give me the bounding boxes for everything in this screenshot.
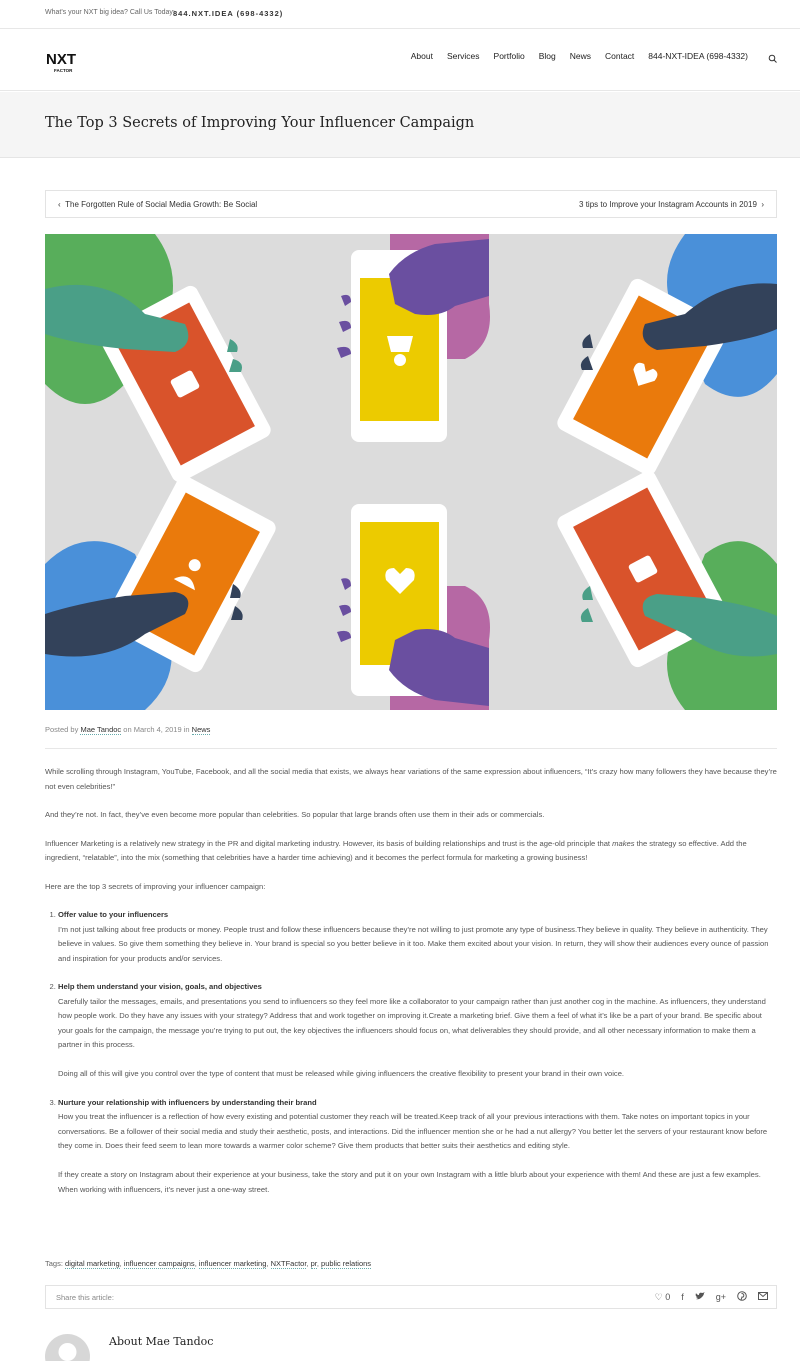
twitter-icon[interactable] bbox=[695, 1291, 705, 1303]
list-item-title: Offer value to your influencers bbox=[58, 910, 169, 919]
share-bar: Share this article: ♡ 0 f g+ bbox=[45, 1285, 777, 1309]
site-logo[interactable]: NXT FACTOR bbox=[45, 47, 81, 77]
top-bar: What's your NXT big idea? Call Us Today:… bbox=[0, 0, 800, 29]
share-label: Share this article: bbox=[56, 1293, 114, 1302]
paragraph: Here are the top 3 secrets of improving … bbox=[45, 881, 266, 891]
main-nav: About Services Portfolio Blog News Conta… bbox=[411, 51, 748, 61]
list-item: Nurture your relationship with influence… bbox=[58, 1096, 777, 1198]
email-icon[interactable] bbox=[758, 1292, 768, 1302]
nav-portfolio[interactable]: Portfolio bbox=[494, 51, 525, 61]
list-item-title: Nurture your relationship with influence… bbox=[58, 1097, 317, 1107]
page-title-bar: The Top 3 Secrets of Improving Your Infl… bbox=[0, 92, 800, 158]
tagline: What's your NXT big idea? Call Us Today: bbox=[45, 9, 175, 16]
tag-link[interactable]: influencer campaigns bbox=[123, 1259, 195, 1269]
prev-post-link[interactable]: ‹ The Forgotten Rule of Social Media Gro… bbox=[58, 200, 257, 209]
paragraph: While scrolling through Instagram, YouTu… bbox=[45, 767, 777, 791]
search-icon[interactable] bbox=[768, 51, 778, 63]
svg-text:NXT: NXT bbox=[46, 51, 76, 68]
category-link[interactable]: News bbox=[191, 725, 211, 735]
paragraph: And they’re not. In fact, they’ve even b… bbox=[45, 810, 545, 819]
share-icons: ♡ 0 f g+ bbox=[655, 1291, 768, 1303]
list-item: Offer value to your influencers I’m not … bbox=[58, 908, 777, 966]
post-navigation: ‹ The Forgotten Rule of Social Media Gro… bbox=[45, 190, 777, 218]
google-plus-icon[interactable]: g+ bbox=[716, 1292, 726, 1302]
list-item-title: Help them understand your vision, goals,… bbox=[58, 982, 262, 991]
author-heading: About Mae Tandoc bbox=[109, 1335, 214, 1348]
svg-text:FACTOR: FACTOR bbox=[54, 68, 73, 73]
facebook-icon[interactable]: f bbox=[681, 1292, 684, 1302]
pinterest-icon[interactable] bbox=[737, 1291, 747, 1303]
tag-link[interactable]: pr bbox=[310, 1259, 317, 1269]
author-link[interactable]: Mae Tandoc bbox=[80, 725, 122, 735]
chevron-right-icon: › bbox=[756, 200, 764, 209]
like-button[interactable]: ♡ 0 bbox=[655, 1292, 671, 1303]
avatar bbox=[45, 1334, 90, 1361]
list-item: Help them understand your vision, goals,… bbox=[58, 980, 777, 1082]
post-tags: Tags: digital marketing, influencer camp… bbox=[45, 1259, 372, 1269]
nav-about[interactable]: About bbox=[411, 51, 433, 61]
featured-image bbox=[45, 234, 777, 710]
tag-link[interactable]: public relations bbox=[321, 1259, 372, 1269]
site-header: NXT FACTOR About Services Portfolio Blog… bbox=[0, 29, 800, 91]
article-body: While scrolling through Instagram, YouTu… bbox=[45, 765, 777, 1211]
nav-news[interactable]: News bbox=[570, 51, 591, 61]
secrets-list: Offer value to your influencers I’m not … bbox=[45, 908, 777, 1197]
nav-services[interactable]: Services bbox=[447, 51, 480, 61]
tag-link[interactable]: NXTFactor bbox=[270, 1259, 307, 1269]
page-title: The Top 3 Secrets of Improving Your Infl… bbox=[45, 115, 475, 131]
paragraph: Influencer Marketing is a relatively new… bbox=[45, 838, 747, 863]
nav-contact[interactable]: Contact bbox=[605, 51, 634, 61]
heart-icon: ♡ bbox=[654, 1291, 663, 1302]
tag-link[interactable]: influencer marketing bbox=[198, 1259, 267, 1269]
topbar-phone-link[interactable]: 844.NXT.IDEA (698-4332) bbox=[173, 9, 283, 18]
next-post-link[interactable]: 3 tips to Improve your Instagram Account… bbox=[579, 200, 764, 209]
nav-phone[interactable]: 844-NXT-IDEA (698-4332) bbox=[648, 51, 748, 61]
post-meta: Posted by Mae Tandoc on March 4, 2019 in… bbox=[45, 725, 211, 735]
tag-link[interactable]: digital marketing bbox=[65, 1259, 120, 1269]
nav-blog[interactable]: Blog bbox=[539, 51, 556, 61]
divider bbox=[45, 748, 777, 749]
